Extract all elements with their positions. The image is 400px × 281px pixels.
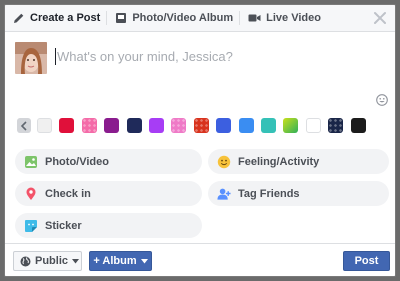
add-album-button[interactable]: + Album (89, 251, 152, 271)
location-pin-icon (24, 187, 38, 201)
close-icon[interactable] (372, 10, 388, 26)
caret-down-icon (140, 258, 148, 263)
chevron-left-icon (20, 120, 27, 131)
swatch-royal-blue[interactable] (216, 118, 232, 133)
option-label: Check in (45, 187, 91, 200)
option-label: Feeling/Activity (238, 155, 320, 168)
tag-friends-icon (217, 187, 231, 201)
option-label: Sticker (45, 219, 82, 232)
tab-create-post[interactable]: Create a Post (5, 5, 106, 32)
tab-label: Create a Post (30, 12, 101, 24)
swatch-teal[interactable] (261, 118, 276, 133)
option-photo-video[interactable]: Photo/Video (15, 149, 202, 174)
swatch-sky-blue[interactable] (238, 118, 254, 133)
tab-live-video[interactable]: Live Video (240, 5, 327, 32)
album-label: + Album (93, 255, 137, 267)
swatch-violet[interactable] (149, 118, 164, 133)
smiley-icon (217, 155, 231, 169)
post-button[interactable]: Post (343, 251, 390, 271)
option-label: Photo/Video (45, 155, 109, 168)
option-sticker[interactable]: Sticker (15, 213, 202, 238)
swatch-plain-white[interactable] (37, 118, 52, 133)
tab-label: Photo/Video Album (132, 12, 234, 24)
post-text-input[interactable] (55, 48, 375, 65)
option-feeling-activity[interactable]: Feeling/Activity (208, 149, 389, 174)
swatch-crimson[interactable] (59, 118, 75, 133)
photo-icon (24, 155, 38, 169)
swatch-red-orange-pattern[interactable] (193, 118, 209, 133)
caret-down-icon (72, 258, 80, 263)
swatch-white[interactable] (305, 118, 321, 133)
tab-label: Live Video (266, 12, 321, 24)
dialog-footer: Public + Album Post (5, 243, 395, 276)
option-check-in[interactable]: Check in (15, 181, 202, 206)
swatch-pink-pattern[interactable] (81, 118, 97, 133)
sticker-icon (24, 219, 38, 233)
post-type-tabs: Create a Post Photo/Video Album Live Vid… (5, 5, 395, 32)
audience-label: Public (35, 255, 69, 267)
pencil-icon (14, 13, 24, 23)
background-color-picker (5, 117, 395, 137)
option-tag-friends[interactable]: Tag Friends (208, 181, 389, 206)
swatch-navy[interactable] (126, 118, 142, 133)
emoji-icon[interactable] (376, 94, 388, 106)
swatch-prev-button[interactable] (17, 118, 31, 133)
swatch-lime-gradient[interactable] (283, 118, 299, 133)
post-composer (5, 32, 395, 118)
globe-icon (20, 256, 31, 266)
post-label: Post (354, 255, 379, 267)
swatch-dark-navy-pattern[interactable] (328, 118, 344, 133)
video-camera-icon (248, 14, 261, 22)
album-icon (116, 13, 127, 23)
tab-photo-video-album[interactable]: Photo/Video Album (107, 5, 239, 32)
audience-selector[interactable]: Public (13, 251, 82, 271)
create-post-dialog: Create a Post Photo/Video Album Live Vid… (4, 4, 396, 277)
swatch-pink-pattern-2[interactable] (171, 118, 187, 133)
swatch-purple-magenta[interactable] (104, 118, 120, 133)
swatch-black[interactable] (350, 118, 366, 133)
avatar (15, 42, 47, 74)
option-label: Tag Friends (238, 187, 300, 200)
